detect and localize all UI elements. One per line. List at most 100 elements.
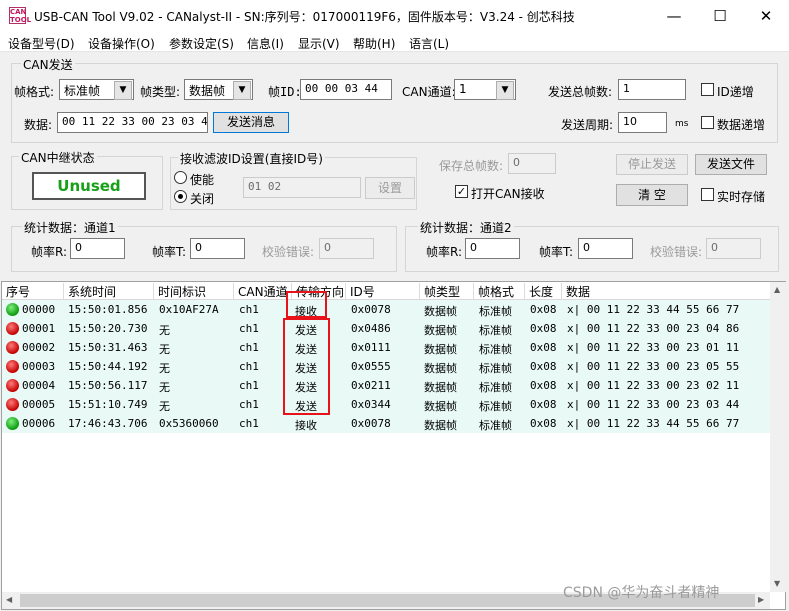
menu-info[interactable]: 信息(I) [247, 35, 284, 52]
cell-format: 标准帧 [479, 343, 512, 356]
menu-device-ops[interactable]: 设备操作(O) [88, 35, 155, 52]
scroll-right-icon[interactable]: ▶ [758, 595, 764, 604]
cell-len: 0x08 [530, 322, 557, 335]
menu-params[interactable]: 参数设定(S) [169, 35, 234, 52]
menu-help[interactable]: 帮助(H) [353, 35, 395, 52]
cell-format: 标准帧 [479, 381, 512, 394]
highlight-send-box [283, 318, 330, 415]
cell-stamp: 无 [159, 343, 170, 356]
vertical-scrollbar[interactable]: ▲ ▼ [770, 282, 786, 592]
filter-group-label: 接收滤波ID设置(直接ID号) [178, 150, 325, 167]
table-row[interactable]: 00002 15:50:31.463 无 ch1 发送 0x0111 数据帧 标准帧 0x08 x… [2, 338, 770, 357]
open-receive-checkbox[interactable]: ✓ [455, 185, 468, 198]
window-title: USB-CAN Tool V9.02 - CANalyst-II - SN:序列… [34, 10, 575, 24]
filter-disable-radio[interactable] [174, 190, 187, 203]
cell-data: x| 00 11 22 33 00 23 01 11 [567, 341, 740, 354]
channel-label: CAN通道: [402, 85, 456, 99]
watermark: CSDN @华为奋斗者精神 [563, 585, 720, 601]
clear-button[interactable]: 清 空 [616, 184, 688, 206]
send-message-button[interactable]: 发送消息 [213, 112, 289, 133]
frame-type-select[interactable]: 数据帧 ▼ [184, 79, 253, 100]
ch2-rate-r-label: 帧率R: [426, 245, 463, 259]
cell-stamp: 0x10AF27A [159, 303, 219, 316]
table-header: 序号 系统时间 时间标识 CAN通道 传输方向 ID号 帧类型 帧格式 长度 数… [2, 282, 770, 300]
cell-stamp: 无 [159, 362, 170, 375]
cell-format: 标准帧 [479, 400, 512, 413]
frame-id-label: 帧ID: [268, 85, 302, 99]
filter-enable-radio[interactable] [174, 171, 187, 184]
filter-ids-input[interactable]: 01 02 [243, 177, 361, 198]
cell-id: 0x0078 [351, 303, 391, 316]
col-seq[interactable]: 序号 [2, 283, 64, 299]
col-frame-format[interactable]: 帧格式 [474, 283, 525, 299]
table-row[interactable]: 00005 15:51:10.749 无 ch1 发送 0x0344 数据帧 标准帧 0x08 x… [2, 395, 770, 414]
highlight-receive-box [286, 291, 327, 318]
menu-view[interactable]: 显示(V) [298, 35, 340, 52]
status-receive-icon [6, 303, 19, 316]
ch1-crc-input: 0 [319, 238, 374, 259]
total-frames-input[interactable]: 1 [618, 79, 686, 100]
data-increment-checkbox[interactable] [701, 116, 714, 129]
relay-status-label: CAN中继状态 [19, 149, 97, 166]
chevron-down-icon: ▼ [114, 81, 132, 100]
table-row[interactable]: 00000 15:50:01.856 0x10AF27A ch1 接收 0x0078 数据帧… [2, 300, 770, 319]
cell-stamp: 无 [159, 324, 170, 337]
cell-channel: ch1 [239, 303, 259, 316]
scroll-down-icon[interactable]: ▼ [774, 579, 780, 588]
frame-id-input[interactable]: 00 00 03 44 [300, 79, 392, 100]
col-channel[interactable]: CAN通道 [234, 283, 292, 299]
frame-format-select[interactable]: 标准帧 ▼ [59, 79, 134, 100]
minimize-button[interactable]: — [651, 0, 697, 32]
total-frames-label: 发送总帧数: [548, 85, 613, 99]
period-input[interactable]: 10 [618, 112, 667, 133]
menu-device-model[interactable]: 设备型号(D) [8, 35, 75, 52]
data-input[interactable]: 00 11 22 33 00 23 03 44 [57, 112, 208, 133]
cell-type: 数据帧 [424, 419, 457, 432]
col-frame-type[interactable]: 帧类型 [420, 283, 474, 299]
close-button[interactable]: ✕ [743, 0, 789, 32]
cell-stamp: 无 [159, 381, 170, 394]
col-length[interactable]: 长度 [525, 283, 562, 299]
scroll-up-icon[interactable]: ▲ [774, 285, 780, 294]
cell-time: 15:50:44.192 [68, 360, 148, 373]
cell-data: x| 00 11 22 33 00 23 03 44 [567, 398, 740, 411]
cell-id: 0x0344 [351, 398, 391, 411]
stop-send-button[interactable]: 停止发送 [616, 154, 688, 175]
scroll-left-icon[interactable]: ◀ [6, 595, 12, 604]
frame-format-label: 帧格式: [14, 85, 55, 99]
table-row[interactable]: 00004 15:50:56.117 无 ch1 发送 0x0211 数据帧 标准帧 0x08 x… [2, 376, 770, 395]
col-timestamp[interactable]: 时间标识 [154, 283, 234, 299]
cell-len: 0x08 [530, 360, 557, 373]
open-receive-label: 打开CAN接收 [471, 187, 545, 201]
filter-disable-label: 关闭 [190, 192, 215, 206]
channel-select[interactable]: 1 ▼ [454, 79, 516, 100]
table-row[interactable]: 00006 17:46:43.706 0x5360060 ch1 接收 0x0078 数据帧… [2, 414, 770, 433]
send-file-button[interactable]: 发送文件 [695, 154, 767, 175]
col-id[interactable]: ID号 [346, 283, 420, 299]
cell-seq: 00004 [22, 379, 56, 392]
cell-seq: 00003 [22, 360, 56, 373]
table-row[interactable]: 00001 15:50:20.730 无 ch1 发送 0x0486 数据帧 标准帧 0x08 x… [2, 319, 770, 338]
cell-data: x| 00 11 22 33 00 23 04 86 [567, 322, 740, 335]
filter-set-button[interactable]: 设置 [365, 177, 415, 199]
cell-format: 标准帧 [479, 362, 512, 375]
cell-type: 数据帧 [424, 362, 457, 375]
saved-frames-label: 保存总帧数: [439, 159, 504, 173]
table-row[interactable]: 00003 15:50:44.192 无 ch1 发送 0x0555 数据帧 标准帧 0x08 x… [2, 357, 770, 376]
status-send-icon [6, 379, 19, 392]
cell-stamp: 0x5360060 [159, 417, 219, 430]
cell-channel: ch1 [239, 341, 259, 354]
cell-time: 15:50:01.856 [68, 303, 148, 316]
ch2-rate-t-input: 0 [578, 238, 633, 259]
cell-time: 15:50:20.730 [68, 322, 148, 335]
col-system-time[interactable]: 系统时间 [64, 283, 154, 299]
cell-format: 标准帧 [479, 305, 512, 318]
col-data[interactable]: 数据 [562, 283, 770, 299]
data-label: 数据: [24, 118, 53, 132]
ch2-crc-input: 0 [706, 238, 761, 259]
menu-language[interactable]: 语言(L) [409, 35, 449, 52]
realtime-save-checkbox[interactable] [701, 188, 714, 201]
id-increment-checkbox[interactable] [701, 83, 714, 96]
maximize-button[interactable]: ☐ [697, 0, 743, 32]
cell-type: 数据帧 [424, 381, 457, 394]
